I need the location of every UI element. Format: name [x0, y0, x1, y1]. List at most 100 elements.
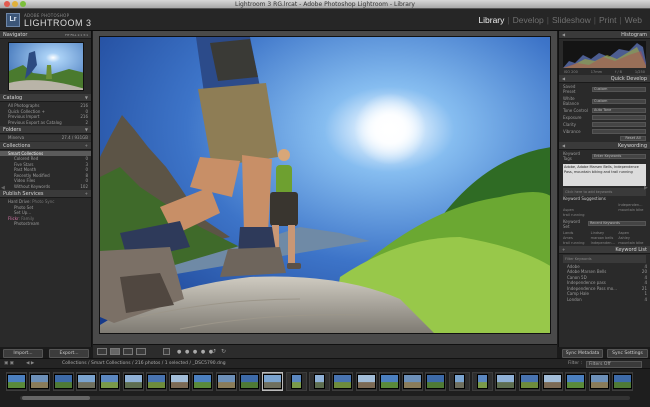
add-icon[interactable]: +	[85, 142, 88, 149]
filmstrip-cell[interactable]	[588, 372, 610, 391]
white-balance-select[interactable]: Custom	[592, 98, 646, 104]
publish-services-header[interactable]: Publish Services +	[0, 190, 91, 198]
survey-view-icon[interactable]	[136, 348, 146, 355]
module-print[interactable]: Print	[597, 15, 618, 25]
filter-select[interactable]: Filters Off	[586, 361, 642, 368]
filmstrip-scroll-thumb[interactable]	[22, 396, 90, 400]
filmstrip-cell[interactable]	[52, 372, 74, 391]
keyword-suggestion[interactable]	[618, 213, 646, 217]
filmstrip-cell[interactable]	[378, 372, 400, 391]
keyword-set-item[interactable]: trail running	[563, 241, 591, 245]
collapse-left-panel-icon[interactable]: ◀	[1, 185, 5, 191]
filter-keywords-input[interactable]: Filter Keywords	[563, 254, 646, 263]
collapse-icon[interactable]: ◀	[562, 142, 565, 149]
collapse-icon[interactable]: ◀	[562, 31, 565, 38]
keywords-textarea[interactable]: Adobe, Adobe Marsen Bells, Independence …	[563, 164, 646, 186]
export-button[interactable]: Export...	[49, 349, 89, 358]
second-window-icon[interactable]: ▣ ▣	[4, 361, 14, 367]
filmstrip-cell[interactable]	[332, 372, 354, 391]
filmstrip-cell[interactable]	[239, 372, 260, 391]
saved-preset-select[interactable]: Custom	[592, 86, 646, 92]
keyword-suggestion[interactable]: Aspen	[563, 208, 591, 212]
filmstrip-cell[interactable]	[6, 372, 27, 391]
add-icon[interactable]: +	[562, 246, 565, 253]
vibrance-stepper[interactable]	[592, 129, 646, 134]
keyword-suggestion[interactable]	[591, 213, 619, 217]
module-develop[interactable]: Develop	[511, 15, 546, 25]
painter-icon[interactable]	[163, 348, 170, 355]
navigator-preview[interactable]	[8, 42, 84, 91]
filmstrip-cell[interactable]	[262, 372, 284, 391]
collapse-icon[interactable]: ▼	[85, 126, 88, 133]
filmstrip-cell[interactable]	[285, 372, 307, 391]
module-web[interactable]: Web	[623, 15, 644, 25]
keyword-set-item[interactable]: Aspen	[618, 231, 646, 235]
keyword-set-item[interactable]: maroon bells	[591, 236, 619, 240]
keyword-set-select[interactable]: Recent Keywords	[588, 221, 646, 226]
filmstrip-cell[interactable]	[518, 372, 540, 391]
keyword-suggestion[interactable]: trail running	[563, 213, 591, 217]
auto-tone-button[interactable]: Auto Tone	[592, 108, 646, 113]
filmstrip-cell[interactable]	[122, 372, 144, 391]
rating-stars[interactable]: ● ● ● ● ●	[177, 349, 214, 355]
module-library[interactable]: Library	[476, 15, 506, 25]
filmstrip-cell[interactable]	[145, 372, 167, 391]
collapse-icon[interactable]: ◀	[562, 75, 565, 82]
keyword-set-item[interactable]: Independen...	[591, 241, 619, 245]
loupe-view-icon[interactable]	[110, 348, 120, 355]
filmstrip-cell[interactable]	[611, 372, 633, 391]
keyword-set-item[interactable]: Ashley	[618, 236, 646, 240]
keyword-set-item[interactable]: Ames	[563, 236, 591, 240]
filmstrip-cell[interactable]	[99, 372, 121, 391]
clarity-stepper[interactable]	[592, 122, 646, 127]
keyword-tags-select[interactable]: Enter Keywords	[592, 153, 646, 159]
compare-view-icon[interactable]	[123, 348, 133, 355]
add-icon[interactable]: +	[85, 190, 88, 197]
keyword-set-item[interactable]: Lindsey	[591, 231, 619, 235]
keyword-suggestion[interactable]	[591, 208, 619, 212]
filmstrip-cell[interactable]	[192, 372, 214, 391]
keyword-set-item[interactable]: mountain bike	[618, 241, 646, 245]
smart-collection[interactable]: Without Keywords 102	[0, 184, 91, 190]
filmstrip-cell[interactable]	[541, 372, 563, 391]
keywording-header[interactable]: ◀ Keywording	[559, 142, 650, 150]
navigator-header[interactable]: Navigator FIT FILL 1:1 3:1	[0, 31, 91, 39]
publish-collection[interactable]: Photostream	[0, 221, 91, 227]
filmstrip-cell[interactable]	[472, 372, 493, 391]
filmstrip-scrollbar[interactable]	[20, 396, 630, 400]
filmstrip-cell[interactable]	[355, 372, 377, 391]
sync-settings-button[interactable]: Sync Settings	[607, 349, 648, 358]
filmstrip-cell[interactable]	[565, 372, 587, 391]
sync-metadata-button[interactable]: Sync Metadata	[562, 349, 603, 358]
quick-develop-header[interactable]: ◀ Quick Develop	[559, 75, 650, 83]
filmstrip-cell[interactable]	[425, 372, 447, 391]
filmstrip-cell[interactable]	[169, 372, 191, 391]
navigator-zoom[interactable]: FIT FILL 1:1 3:1	[65, 31, 88, 38]
collapse-right-panel-icon[interactable]: ▶	[644, 185, 648, 191]
catalog-item[interactable]: Previous Export as Catalog 2	[0, 120, 91, 126]
keyword-suggestion[interactable]: mountain bike	[618, 208, 646, 212]
grid-view-icon[interactable]	[97, 348, 107, 355]
rotate-left-icon[interactable]: ↺	[211, 348, 216, 355]
filmstrip-cell[interactable]	[75, 372, 97, 391]
keyword-suggestion[interactable]	[591, 203, 619, 207]
keyword-list-header[interactable]: + Keyword List	[559, 245, 650, 254]
reset-all-button[interactable]: Reset All	[620, 136, 646, 141]
filmstrip-cell[interactable]	[402, 372, 424, 391]
keyword-suggestion[interactable]: Independen...	[618, 203, 646, 207]
folders-header[interactable]: Folders ▼	[0, 126, 91, 134]
histogram-header[interactable]: ◀ Histogram	[559, 31, 650, 39]
keyword-suggestion[interactable]	[563, 203, 591, 207]
filmstrip-cell[interactable]	[495, 372, 517, 391]
filmstrip-cell[interactable]	[308, 372, 330, 391]
folder-volume[interactable]: Minerva 27.4 / 931GB	[0, 135, 91, 141]
main-photo[interactable]	[99, 36, 551, 334]
catalog-header[interactable]: Catalog ▼	[0, 94, 91, 102]
filmstrip-cell[interactable]	[29, 372, 51, 391]
collapse-icon[interactable]: ▼	[85, 94, 88, 101]
filmstrip-cell[interactable]	[448, 372, 470, 391]
add-keywords-input[interactable]: Click here to add keywords	[563, 188, 646, 196]
exposure-stepper[interactable]	[592, 115, 646, 120]
collections-header[interactable]: Collections +	[0, 141, 91, 150]
keyword-set-item[interactable]: Lands	[563, 231, 591, 235]
